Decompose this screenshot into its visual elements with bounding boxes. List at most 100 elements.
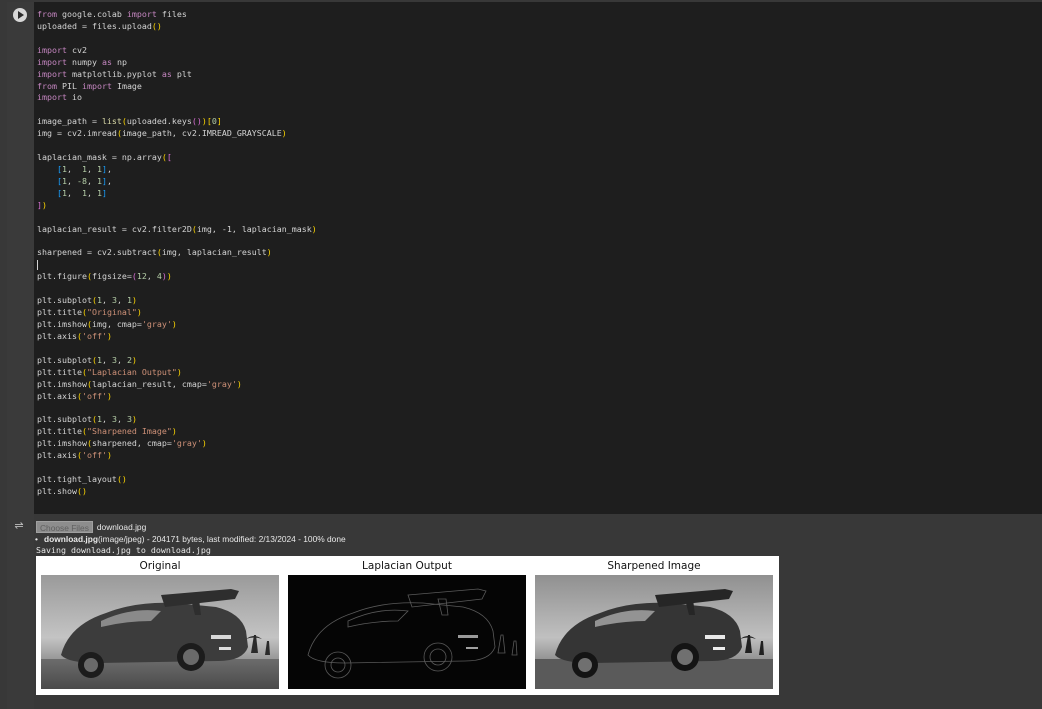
code-token: 'off': [81, 330, 107, 341]
code-token: ): [171, 318, 177, 329]
code-line[interactable]: ]): [37, 200, 317, 212]
code-token: plt.imshow: [37, 318, 87, 329]
code-token: matplotlib.pyplot: [66, 68, 162, 79]
code-token: ,: [106, 163, 112, 174]
code-line[interactable]: ​: [37, 236, 317, 248]
code-token: img, cmap=: [91, 318, 142, 329]
code-token: ): [166, 271, 172, 282]
code-line[interactable]: [1, -8, 1],: [37, 176, 317, 188]
code-token: 'off': [81, 450, 107, 461]
code-token: plt.imshow: [37, 438, 87, 449]
code-line[interactable]: ​: [37, 343, 317, 355]
code-token: ): [311, 223, 317, 234]
code-line[interactable]: uploaded = files.upload(): [37, 21, 317, 33]
code-token: ): [131, 354, 137, 365]
code-line[interactable]: ​: [37, 283, 317, 295]
code-line[interactable]: img = cv2.imread(image_path, cv2.IMREAD_…: [37, 128, 317, 140]
code-line[interactable]: plt.figure(figsize=(12, 4)): [37, 271, 317, 283]
code-token: "Original": [86, 307, 137, 318]
code-line[interactable]: plt.title("Laplacian Output"): [37, 367, 317, 379]
code-token: plt.subplot: [37, 354, 92, 365]
code-token: img = cv2.imread: [37, 128, 117, 139]
code-token: plt.figure: [37, 271, 87, 282]
code-line[interactable]: [1, 1, 1],: [37, 164, 317, 176]
code-line[interactable]: plt.title("Original"): [37, 307, 317, 319]
code-token: ): [131, 414, 137, 425]
code-token: import: [126, 9, 157, 19]
code-token: import: [37, 56, 67, 67]
code-line[interactable]: laplacian_mask = np.array([: [37, 152, 317, 164]
code-token: ): [201, 438, 207, 449]
sharpened-image: [535, 575, 773, 689]
code-line[interactable]: image_path = list(uploaded.keys())[0]: [37, 116, 317, 128]
code-line[interactable]: plt.axis('off'): [37, 450, 317, 462]
code-line[interactable]: [1, 1, 1]: [37, 188, 317, 200]
saving-message: Saving download.jpg to download.jpg: [36, 545, 211, 555]
code-token: ): [106, 390, 112, 401]
code-token: (): [116, 473, 127, 484]
code-line[interactable]: plt.axis('off'): [37, 391, 317, 403]
run-cell-button[interactable]: [13, 8, 27, 22]
code-token: PIL: [56, 80, 82, 91]
code-token: plt.subplot: [37, 414, 92, 425]
code-line[interactable]: plt.subplot(1, 3, 3): [37, 414, 317, 426]
code-line[interactable]: plt.imshow(sharpened, cmap='gray'): [37, 438, 317, 450]
code-token: google.colab: [56, 9, 127, 19]
code-token: ): [106, 330, 112, 341]
code-token: image_path =: [37, 116, 102, 127]
code-token: sharpened = cv2.subtract: [37, 247, 157, 258]
code-token: plt.title: [37, 426, 82, 437]
code-line[interactable]: plt.subplot(1, 3, 2): [37, 355, 317, 367]
code-line[interactable]: ​: [37, 462, 317, 474]
code-line[interactable]: ​: [37, 33, 317, 45]
code-line[interactable]: laplacian_result = cv2.filter2D(img, -1,…: [37, 224, 317, 236]
code-content[interactable]: from google.colab import files uploaded =…: [37, 9, 317, 498]
code-line[interactable]: sharpened = cv2.subtract(img, laplacian_…: [37, 247, 317, 259]
code-line[interactable]: import numpy as np: [37, 57, 317, 69]
code-line[interactable]: ​: [37, 104, 317, 116]
code-line[interactable]: plt.imshow(img, cmap='gray'): [37, 319, 317, 331]
code-line[interactable]: plt.title("Sharpened Image"): [37, 426, 317, 438]
choose-files-button[interactable]: Choose Files: [36, 520, 93, 533]
code-line[interactable]: plt.tight_layout(): [37, 474, 317, 486]
code-token: "Sharpened Image": [86, 426, 172, 437]
code-token: ,: [116, 295, 127, 306]
original-image: [41, 575, 279, 689]
code-line[interactable]: ​: [37, 212, 317, 224]
code-line[interactable]: from PIL import Image: [37, 81, 317, 93]
code-line[interactable]: plt.imshow(laplacian_result, cmap='gray'…: [37, 379, 317, 391]
code-token: ,: [116, 414, 127, 425]
code-token: img, -1, laplacian_mask: [196, 223, 312, 234]
code-line[interactable]: plt.subplot(1, 3, 1): [37, 295, 317, 307]
code-line[interactable]: import matplotlib.pyplot as plt: [37, 69, 317, 81]
code-token: plt.title: [37, 366, 82, 377]
code-token: ,: [116, 354, 127, 365]
code-token: (): [76, 485, 87, 496]
code-line[interactable]: plt.show(): [37, 486, 317, 498]
code-line[interactable]: ​: [37, 402, 317, 414]
code-line[interactable]: ​: [37, 140, 317, 152]
panel-title-laplacian: Laplacian Output: [362, 560, 452, 572]
code-token: cv2: [66, 44, 87, 55]
code-token: list: [101, 116, 122, 127]
code-token: plt.axis: [37, 330, 77, 341]
code-line[interactable]: [37, 259, 317, 271]
code-line[interactable]: import cv2: [37, 45, 317, 57]
code-token: uploaded = files.upload: [37, 20, 152, 31]
code-line[interactable]: import io: [37, 92, 317, 104]
code-token: as: [161, 68, 172, 79]
code-token: ): [176, 366, 182, 377]
code-token: ): [281, 128, 287, 139]
cell-gutter: [7, 2, 34, 709]
output-toggle-icon[interactable]: ⇌: [13, 520, 25, 532]
code-line[interactable]: plt.axis('off'): [37, 331, 317, 343]
code-editor[interactable]: from google.colab import files uploaded =…: [34, 2, 1042, 514]
code-token: ): [106, 450, 112, 461]
panel-title-original: Original: [139, 560, 181, 572]
code-token: laplacian_result = cv2.filter2D: [37, 223, 192, 234]
play-icon: [18, 11, 24, 19]
code-token: ): [171, 426, 177, 437]
code-line[interactable]: from google.colab import files: [37, 9, 317, 21]
